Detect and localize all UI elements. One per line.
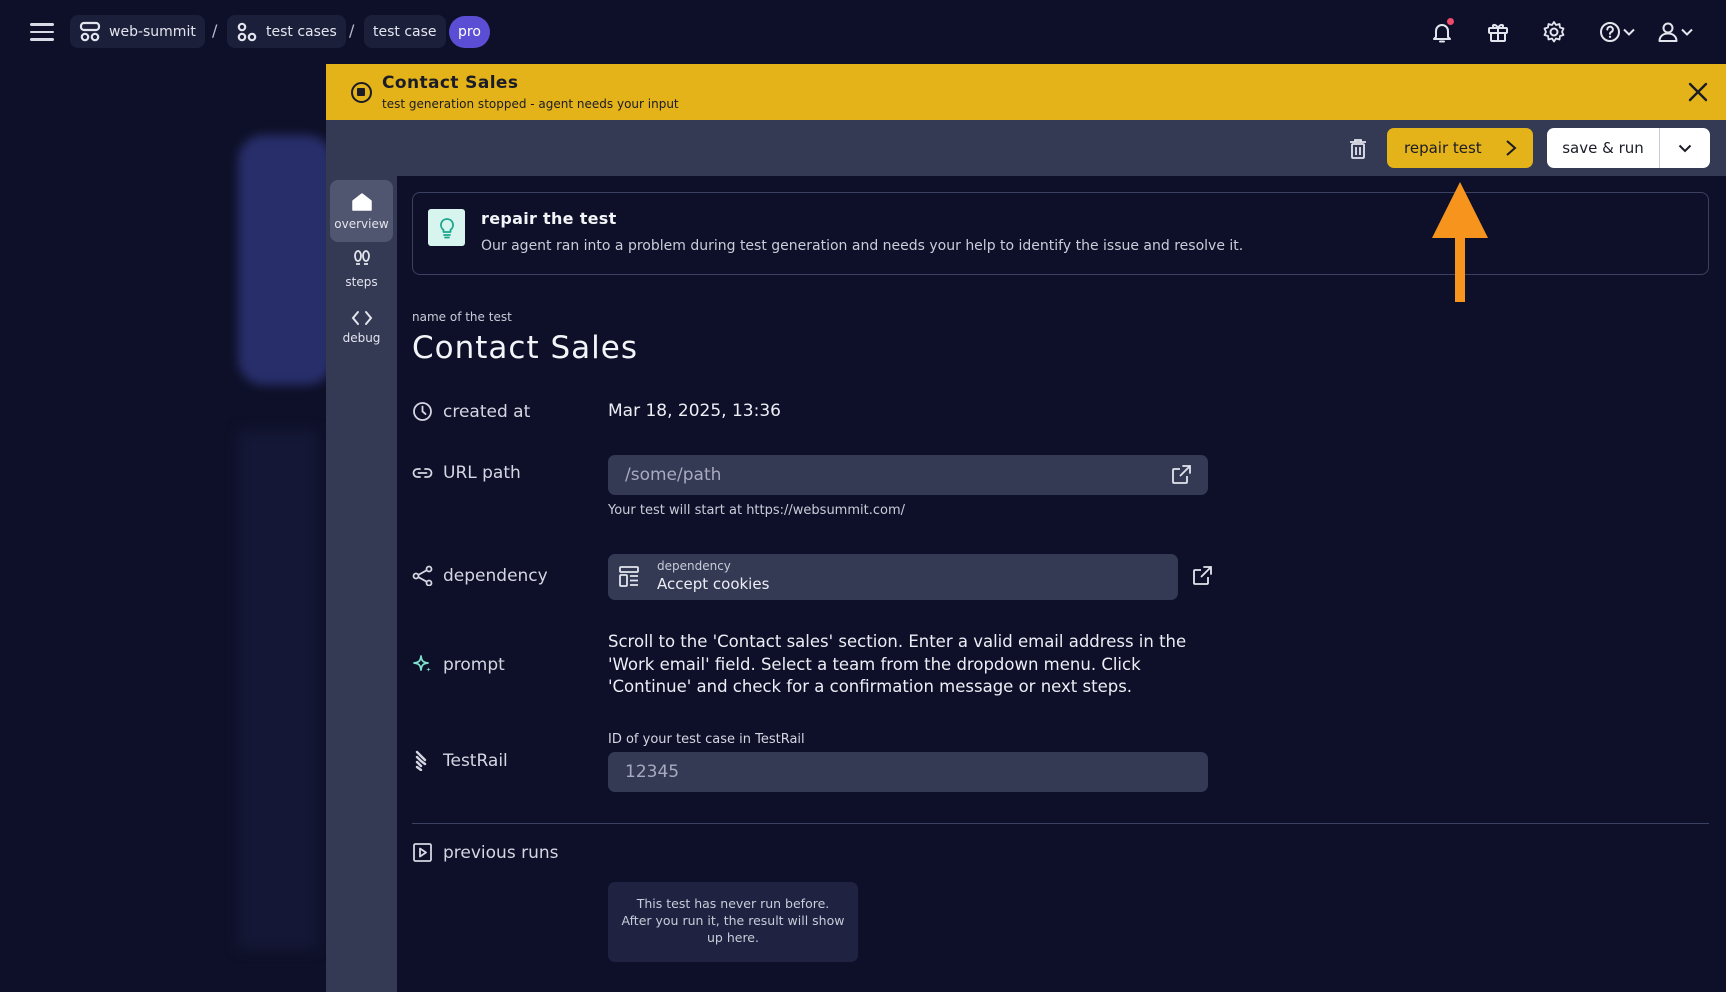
nav-overview-label: overview [334, 216, 389, 231]
chevron-down-icon [1678, 144, 1692, 152]
previous-runs-label: previous runs [412, 842, 558, 863]
stop-icon [351, 82, 372, 103]
breadcrumb-test-case-label: test case [373, 23, 437, 40]
section-divider [412, 823, 1709, 824]
trash-icon[interactable] [1348, 138, 1368, 160]
test-cases-icon [237, 22, 257, 41]
repair-card-description: Our agent ran into a problem during test… [481, 238, 1244, 254]
created-at-value: Mar 18, 2025, 13:36 [608, 401, 781, 421]
banner-subtitle: test generation stopped - agent needs yo… [382, 97, 679, 111]
nav-overview[interactable]: overview [330, 180, 393, 242]
test-name[interactable]: Contact Sales [412, 330, 638, 366]
test-case-drawer: Contact Sales test generation stopped - … [326, 64, 1726, 992]
code-icon [351, 310, 372, 325]
dependency-select[interactable]: dependency Accept cookies [608, 554, 1178, 600]
clock-icon [413, 402, 432, 421]
menu-icon[interactable] [28, 19, 56, 45]
chevron-right-icon [1506, 140, 1517, 156]
status-banner: Contact Sales test generation stopped - … [326, 64, 1726, 120]
overview-content: repair the test Our agent ran into a pro… [397, 176, 1726, 992]
close-icon[interactable] [1686, 80, 1710, 104]
side-nav: overview steps debug [326, 176, 397, 992]
prompt-text-label: prompt [443, 654, 505, 675]
repair-test-button[interactable]: repair test [1387, 128, 1533, 168]
pro-badge: pro [449, 16, 490, 48]
annotation-arrow-icon [1432, 182, 1488, 302]
breadcrumb-test-cases[interactable]: test cases [227, 15, 346, 48]
external-link-icon[interactable] [1171, 464, 1192, 485]
breadcrumb-separator: / [349, 21, 355, 40]
testrail-text: TestRail [443, 750, 508, 771]
breadcrumb-project-label: web-summit [109, 23, 196, 40]
save-run-dropdown[interactable] [1660, 128, 1710, 168]
top-bar: web-summit / test cases / test case pro [0, 0, 1726, 64]
nav-steps[interactable]: steps [330, 238, 393, 300]
repair-card-title: repair the test [481, 209, 617, 228]
breadcrumb-project[interactable]: web-summit [70, 15, 205, 48]
save-run-split-button: save & run [1547, 128, 1710, 168]
chevron-down-icon [1623, 28, 1635, 36]
testrail-id-placeholder: 12345 [625, 762, 680, 782]
bell-icon[interactable] [1426, 16, 1458, 48]
play-square-icon [413, 843, 432, 862]
url-path-placeholder: /some/path [625, 465, 722, 485]
help-icon[interactable] [1596, 16, 1638, 48]
url-path-hint: Your test will start at https://websummi… [608, 503, 905, 518]
repair-card: repair the test Our agent ran into a pro… [412, 192, 1709, 275]
notification-dot [1447, 18, 1454, 25]
dependency-value: Accept cookies [657, 575, 770, 593]
repair-test-label: repair test [1404, 139, 1482, 157]
dependency-label: dependency [412, 565, 548, 586]
created-at-label: created at [412, 401, 530, 422]
breadcrumb-separator: / [212, 21, 218, 40]
gear-icon[interactable] [1538, 16, 1570, 48]
lightbulb-icon [428, 209, 465, 246]
prompt-label: prompt [412, 654, 505, 675]
previous-runs-text: previous runs [443, 842, 559, 863]
home-icon [351, 192, 372, 211]
user-icon[interactable] [1654, 16, 1696, 48]
testrail-icon [415, 750, 427, 771]
nav-debug[interactable]: debug [330, 296, 393, 358]
footsteps-icon [353, 249, 370, 265]
nav-debug-label: debug [342, 330, 381, 345]
url-path-input[interactable]: /some/path [608, 455, 1208, 495]
prompt-text[interactable]: Scroll to the 'Contact sales' section. E… [608, 631, 1208, 699]
dependency-text: dependency [443, 565, 548, 586]
save-run-button[interactable]: save & run [1547, 128, 1660, 168]
testrail-id-input[interactable]: 12345 [608, 752, 1208, 792]
breadcrumb-test-case[interactable]: test case [364, 15, 446, 48]
sparkle-icon [413, 655, 431, 672]
breadcrumb-test-cases-label: test cases [266, 23, 337, 40]
background-card-blurred [238, 135, 333, 385]
chevron-down-icon [1681, 28, 1693, 36]
test-list-icon [619, 566, 639, 587]
project-icon [79, 21, 101, 41]
external-link-icon[interactable] [1192, 565, 1213, 586]
dependency-field-label: dependency [657, 559, 731, 573]
test-name-label: name of the test [412, 310, 512, 324]
gift-icon[interactable] [1482, 16, 1514, 48]
link-icon [412, 468, 433, 478]
previous-runs-empty-state: This test has never run before. After yo… [608, 882, 858, 962]
testrail-label: TestRail [412, 750, 508, 771]
background-list-blurred [238, 430, 318, 950]
url-path-label: URL path [412, 463, 521, 483]
url-path-text: URL path [443, 463, 521, 483]
banner-title: Contact Sales [382, 73, 519, 93]
testrail-field-label: ID of your test case in TestRail [608, 732, 805, 747]
share-nodes-icon [412, 565, 433, 586]
created-at-text: created at [443, 401, 531, 422]
nav-steps-label: steps [345, 274, 378, 289]
